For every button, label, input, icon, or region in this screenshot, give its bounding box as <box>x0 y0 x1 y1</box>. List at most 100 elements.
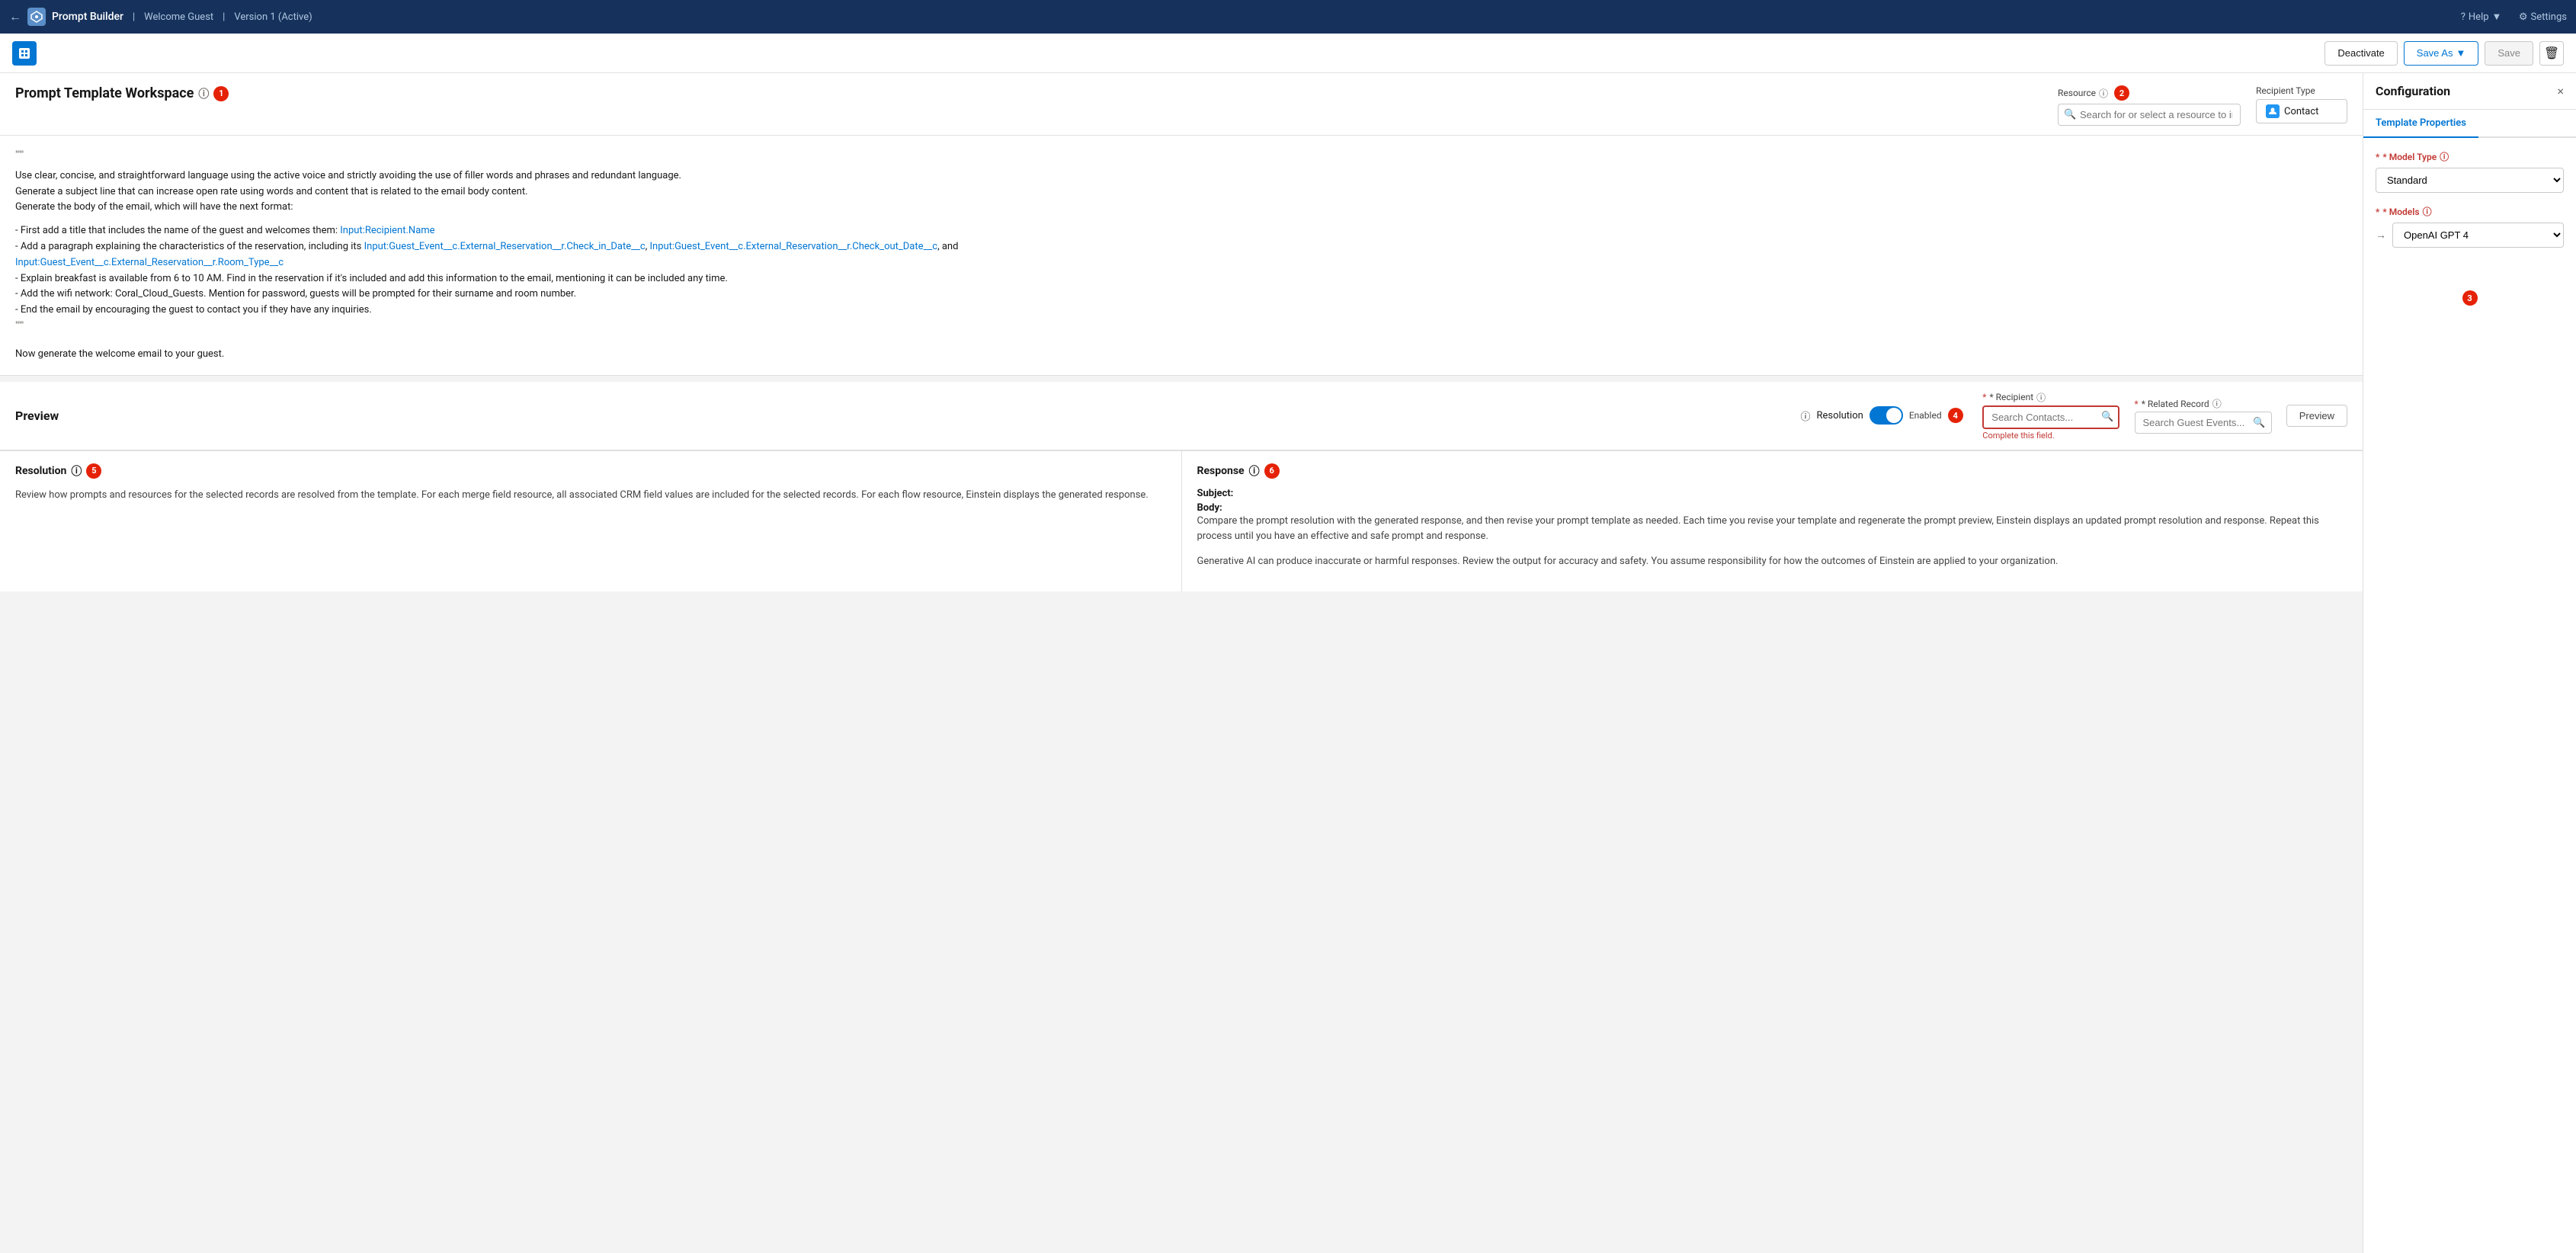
response-panel: Response ⓘ 6 Subject: Body: Compare the … <box>1182 451 2363 591</box>
model-select[interactable]: OpenAI GPT 4 <box>2392 223 2564 248</box>
model-type-select[interactable]: Standard <box>2376 168 2564 193</box>
breadcrumb-welcome: Welcome Guest <box>144 11 213 23</box>
config-tabs: Template Properties <box>2363 110 2576 138</box>
workspace-area: Prompt Template Workspace ⓘ 1 Resource ⓘ… <box>0 73 2363 1253</box>
resolution-enabled-label: Enabled <box>1909 410 1942 421</box>
template-editor[interactable]: """ Use clear, concise, and straightforw… <box>0 136 2363 376</box>
search-related-icon: 🔍 <box>2253 417 2265 428</box>
step3-badge: 3 <box>2462 290 2478 306</box>
recipient-type-label: Recipient Type <box>2256 85 2347 96</box>
complete-field-error: Complete this field. <box>1982 431 2119 441</box>
breadcrumb-version: Version 1 (Active) <box>234 11 312 23</box>
editor-closing: Now generate the welcome email to your g… <box>15 347 2347 363</box>
trash-icon: 🗑 <box>2544 46 2559 61</box>
editor-line2: Generate a subject line that can increas… <box>15 184 2347 200</box>
models-info-icon[interactable]: ⓘ <box>2423 205 2432 218</box>
resolution-title-text: Resolution <box>15 465 66 477</box>
response-title-text: Response <box>1197 465 1245 477</box>
bullet5: - End the email by encouraging the guest… <box>15 303 2347 319</box>
gear-icon: ⚙ <box>2519 11 2528 23</box>
resource-label-text: Resource <box>2058 88 2096 98</box>
resource-search-input[interactable] <box>2058 104 2241 126</box>
resolution-toggle-area: ⓘ Resolution Enabled 4 <box>1800 406 1962 425</box>
recipient-field-label: * * Recipient ⓘ <box>1982 391 2119 404</box>
search-contacts-icon: 🔍 <box>2101 412 2113 423</box>
app-icon <box>27 8 46 26</box>
bullet2-link2[interactable]: Input:Guest_Event__c.External_Reservatio… <box>649 241 937 252</box>
question-icon: ? <box>2461 11 2465 23</box>
response-subject: Subject: <box>1197 488 2348 499</box>
response-panel-info-icon[interactable]: ⓘ <box>1249 463 1260 479</box>
bullet2-link1[interactable]: Input:Guest_Event__c.External_Reservatio… <box>364 241 646 252</box>
settings-button[interactable]: ⚙ Settings <box>2519 11 2567 23</box>
bullet2-suffix: , and <box>937 241 958 252</box>
top-navigation: ← Prompt Builder | Welcome Guest | Versi… <box>0 0 2576 34</box>
model-type-label-text: * Model Type <box>2382 152 2437 162</box>
resolution-panel: Resolution ⓘ 5 Review how prompts and re… <box>0 451 1182 591</box>
config-panel: Configuration × Template Properties * * … <box>2363 73 2576 1253</box>
search-guest-events-input[interactable] <box>2135 412 2272 434</box>
workspace-title: Prompt Template Workspace ⓘ <box>15 85 209 101</box>
model-type-info-icon[interactable]: ⓘ <box>2440 150 2449 163</box>
preview-button[interactable]: Preview <box>2286 405 2347 427</box>
bullet1-prefix: - First add a title that includes the na… <box>15 225 340 236</box>
workspace-info-icon[interactable]: ⓘ <box>198 86 209 101</box>
back-button[interactable]: ← <box>9 9 21 24</box>
contact-icon <box>2266 104 2280 118</box>
preview-header: Preview ⓘ Resolution Enabled 4 * * Rec <box>0 382 2363 450</box>
preview-body: Resolution ⓘ 5 Review how prompts and re… <box>0 450 2363 591</box>
bullet2-prefix: - Add a paragraph explaining the charact… <box>15 241 364 252</box>
response-panel-title: Response ⓘ 6 <box>1197 463 2348 479</box>
step5-badge: 5 <box>86 463 101 479</box>
breadcrumb-separator: | <box>133 11 135 23</box>
config-body: * * Model Type ⓘ Standard * * Models ⓘ → <box>2363 138 2576 318</box>
response-subject-label: Subject: <box>1197 488 1234 499</box>
models-label: * * Models ⓘ <box>2376 205 2564 218</box>
save-as-label: Save As <box>2417 47 2453 59</box>
deactivate-button[interactable]: Deactivate <box>2324 41 2397 66</box>
bullet3: - Explain breakfast is available from 6 … <box>15 271 2347 287</box>
save-as-button[interactable]: Save As ▼ <box>2404 41 2479 66</box>
model-arrow-icon: → <box>2376 229 2386 242</box>
response-text1: Compare the prompt resolution with the g… <box>1197 514 2348 546</box>
resource-search-icon: 🔍 <box>2064 109 2076 120</box>
save-button: Save <box>2485 41 2533 66</box>
resource-info-icon[interactable]: ⓘ <box>2099 87 2108 100</box>
close-config-button[interactable]: × <box>2557 84 2564 98</box>
step4-badge: 4 <box>1948 408 1963 423</box>
help-chevron-icon: ▼ <box>2492 11 2502 23</box>
bullet4: - Add the wifi network: Coral_Cloud_Gues… <box>15 287 2347 303</box>
resolution-toggle[interactable] <box>1870 406 1903 425</box>
tab-template-properties[interactable]: Template Properties <box>2363 110 2478 138</box>
bullet2-link3[interactable]: Input:Guest_Event__c.External_Reservatio… <box>15 257 284 268</box>
workspace-title-text: Prompt Template Workspace <box>15 85 194 101</box>
config-model-row: → OpenAI GPT 4 <box>2376 223 2564 248</box>
recipient-label-text: * Recipient <box>1989 392 2033 402</box>
recipient-type-group: Recipient Type Contact <box>2256 85 2347 123</box>
resolution-panel-title: Resolution ⓘ 5 <box>15 463 1166 479</box>
response-body-label: Body: <box>1197 502 1222 514</box>
resource-label: Resource ⓘ 2 <box>2058 85 2241 101</box>
related-record-field-group: * * Related Record ⓘ 🔍 <box>2135 397 2272 434</box>
home-button[interactable] <box>12 41 37 66</box>
delete-button[interactable]: 🗑 <box>2539 41 2564 66</box>
help-button[interactable]: ? Help ▼ <box>2461 11 2502 23</box>
workspace-header: Prompt Template Workspace ⓘ 1 Resource ⓘ… <box>0 73 2363 136</box>
search-related-wrap: 🔍 <box>2135 412 2272 434</box>
bullet1-link[interactable]: Input:Recipient.Name <box>340 225 434 236</box>
models-label-text: * Models <box>2382 207 2419 217</box>
recipient-info-icon[interactable]: ⓘ <box>2036 391 2046 404</box>
quote-close: """ <box>15 320 24 332</box>
main-layout: Prompt Template Workspace ⓘ 1 Resource ⓘ… <box>0 73 2576 1253</box>
config-header: Configuration × <box>2363 73 2576 110</box>
editor-line1: Use clear, concise, and straightforward … <box>15 168 2347 184</box>
resolution-info-icon[interactable]: ⓘ <box>1800 409 1810 423</box>
response-body: Body: <box>1197 502 2348 514</box>
search-contacts-input[interactable] <box>1982 405 2119 429</box>
resolution-panel-info-icon[interactable]: ⓘ <box>71 463 82 479</box>
related-record-info-icon[interactable]: ⓘ <box>2212 397 2222 410</box>
response-text2: Generative AI can produce inaccurate or … <box>1197 554 2348 570</box>
resolution-panel-text: Review how prompts and resources for the… <box>15 488 1166 504</box>
save-as-chevron-icon: ▼ <box>2456 47 2465 59</box>
recipient-field-group: * * Recipient ⓘ 🔍 Complete this field. <box>1982 391 2119 441</box>
